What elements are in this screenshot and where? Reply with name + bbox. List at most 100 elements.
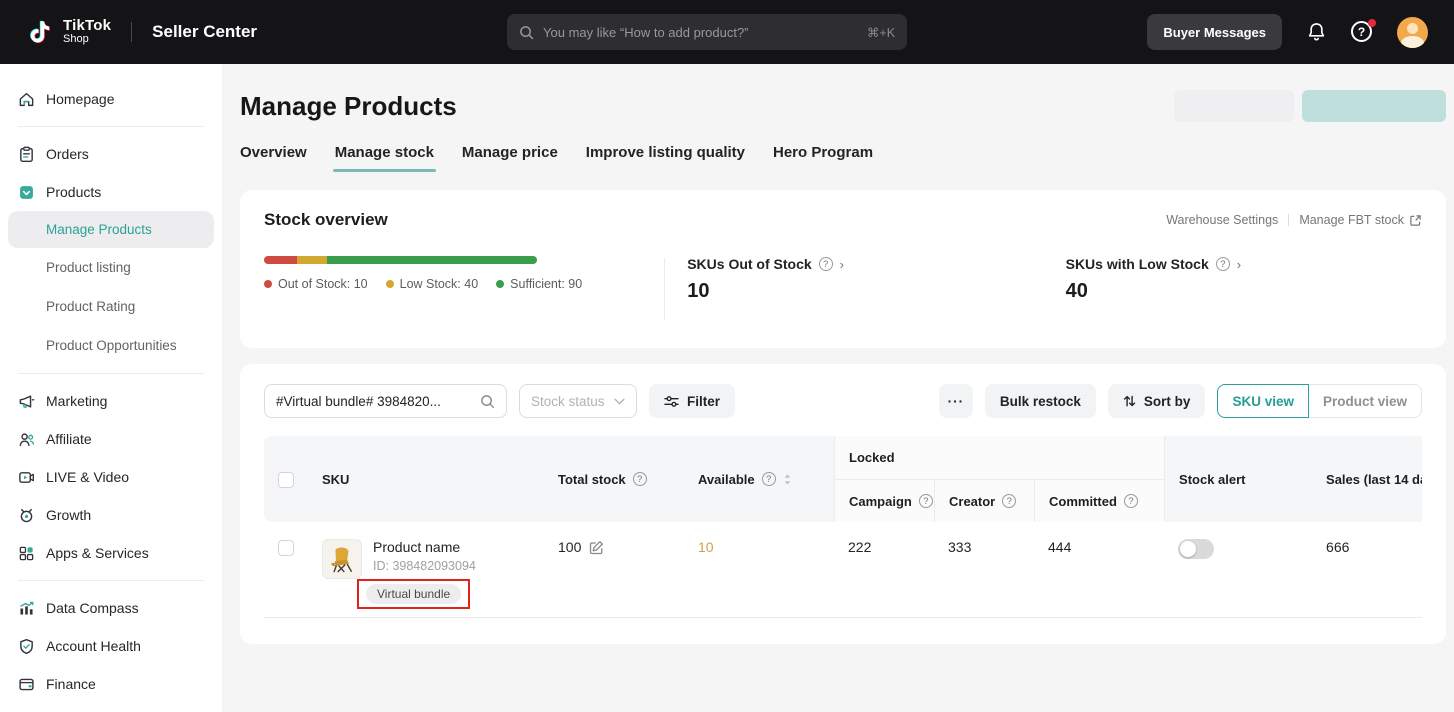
bulk-restock-button[interactable]: Bulk restock [985,384,1096,418]
sidebar-item-affiliate[interactable]: Affiliate [0,420,222,458]
tiktok-shop-logo[interactable]: TikTok Shop [26,18,111,46]
edit-icon[interactable] [589,540,604,555]
stock-alert-toggle[interactable] [1178,539,1214,559]
shield-icon [18,638,35,655]
buyer-messages-button[interactable]: Buyer Messages [1147,14,1282,50]
sku-search-box[interactable] [264,384,507,418]
products-icon [18,184,35,201]
sidebar-label: Marketing [46,393,107,409]
help-tooltip-icon[interactable]: ? [819,257,833,271]
sidebar-divider [18,580,204,581]
column-creator[interactable]: Creator ? [934,480,1034,522]
orders-icon [18,146,35,163]
sidebar-item-finance[interactable]: Finance [0,665,222,703]
column-sort-icon[interactable] [783,473,792,486]
tab-manage-stock[interactable]: Manage stock [335,144,434,172]
tab-hero-program[interactable]: Hero Program [773,144,873,172]
sidebar-item-products[interactable]: Products [0,173,222,211]
manage-fbt-label: Manage FBT stock [1299,213,1404,227]
column-total-stock[interactable]: Total stock ? [544,436,684,522]
sidebar-item-orders[interactable]: Orders [0,135,222,173]
stat-value[interactable]: 40 [1066,280,1422,303]
stock-table: SKU Total stock ? Available ? [264,436,1422,618]
committed-value: 444 [1048,539,1071,555]
avatar[interactable] [1397,17,1428,48]
more-actions-button[interactable]: ··· [939,384,973,418]
help-tooltip-icon[interactable]: ? [762,472,776,486]
sku-search-input[interactable] [276,394,472,409]
chevron-right-icon[interactable]: › [1237,257,1241,272]
tab-overview[interactable]: Overview [240,144,307,172]
help-tooltip-icon[interactable]: ? [633,472,647,486]
product-view-button[interactable]: Product view [1309,384,1422,418]
legend-label: Low Stock: 40 [400,277,479,291]
select-all-checkbox[interactable] [278,472,294,488]
placeholder-button-gray[interactable] [1174,90,1294,122]
column-label: Campaign [849,494,912,509]
page-title: Manage Products [240,91,457,122]
sidebar-item-product-rating[interactable]: Product Rating [0,287,222,326]
filter-button[interactable]: Filter [649,384,735,418]
sidebar-item-homepage[interactable]: Homepage [0,80,222,118]
tab-improve-listing-quality[interactable]: Improve listing quality [586,144,745,172]
search-icon [480,394,495,409]
filter-label: Filter [687,394,720,409]
view-toggle: SKU view Product view [1217,384,1422,418]
chevron-right-icon[interactable]: › [840,257,844,272]
column-available[interactable]: Available ? [684,436,834,522]
sidebar-item-product-listing[interactable]: Product listing [0,248,222,287]
sidebar-divider [18,126,204,127]
sidebar-item-live-video[interactable]: LIVE & Video [0,458,222,496]
sidebar-item-product-opportunities[interactable]: Product Opportunities [0,326,222,365]
sidebar-item-account-health[interactable]: Account Health [0,627,222,665]
video-icon [18,469,35,486]
sidebar-label: Products [46,184,101,200]
warehouse-settings-link[interactable]: Warehouse Settings [1166,213,1278,227]
page-tabs: Overview Manage stock Manage price Impro… [240,144,1446,172]
column-campaign[interactable]: Campaign ? [834,480,934,522]
stat-value[interactable]: 10 [687,280,1043,303]
sidebar-label: LIVE & Video [46,469,129,485]
chair-image [327,544,357,574]
tab-manage-price[interactable]: Manage price [462,144,558,172]
sort-by-button[interactable]: Sort by [1108,384,1206,418]
legend-low-stock: Low Stock: 40 [386,277,479,291]
avatar-body [1401,36,1424,48]
column-sales[interactable]: Sales (last 14 days) [1312,436,1422,522]
column-stock-alert[interactable]: Stock alert [1164,436,1312,522]
column-committed[interactable]: Committed ? [1034,480,1164,522]
global-search-input[interactable] [543,25,858,40]
stat-skus-out-of-stock: SKUs Out of Stock ? › 10 [687,256,1043,303]
column-sku[interactable]: SKU [308,436,544,522]
search-icon [519,25,534,40]
row-checkbox[interactable] [278,540,294,556]
sidebar-item-growth[interactable]: Growth [0,496,222,534]
stock-status-select[interactable]: Stock status [519,384,637,418]
global-search[interactable]: ⌘+K [507,14,907,50]
bar-sufficient [327,256,537,264]
sku-view-button[interactable]: SKU view [1217,384,1309,418]
sidebar-item-data-compass[interactable]: Data Compass [0,589,222,627]
product-name[interactable]: Product name [373,539,476,555]
links-divider [1288,214,1289,226]
help-tooltip-icon[interactable]: ? [1002,494,1016,508]
help-tooltip-icon[interactable]: ? [1124,494,1138,508]
help-tooltip-icon[interactable]: ? [1216,257,1230,271]
sidebar-item-marketing[interactable]: Marketing [0,382,222,420]
legend-label: Out of Stock: 10 [278,277,368,291]
sidebar-item-apps-services[interactable]: Apps & Services [0,534,222,572]
toggle-knob [1180,541,1196,557]
help-button[interactable]: ? [1351,21,1373,43]
product-thumbnail[interactable] [322,539,362,579]
placeholder-button-teal[interactable] [1302,90,1446,122]
manage-fbt-stock-link[interactable]: Manage FBT stock [1299,213,1422,227]
apps-grid-icon [18,545,35,562]
chevron-down-icon [614,398,625,405]
stock-legend: Out of Stock: 10 Low Stock: 40 Sufficien… [264,277,664,291]
help-tooltip-icon[interactable]: ? [919,494,933,508]
campaign-value: 222 [848,539,871,555]
notification-bell-icon[interactable] [1306,21,1327,43]
table-toolbar: Stock status Filter ·· [264,384,1422,418]
sidebar-item-manage-products[interactable]: Manage Products [8,211,214,248]
search-shortcut: ⌘+K [867,25,895,40]
